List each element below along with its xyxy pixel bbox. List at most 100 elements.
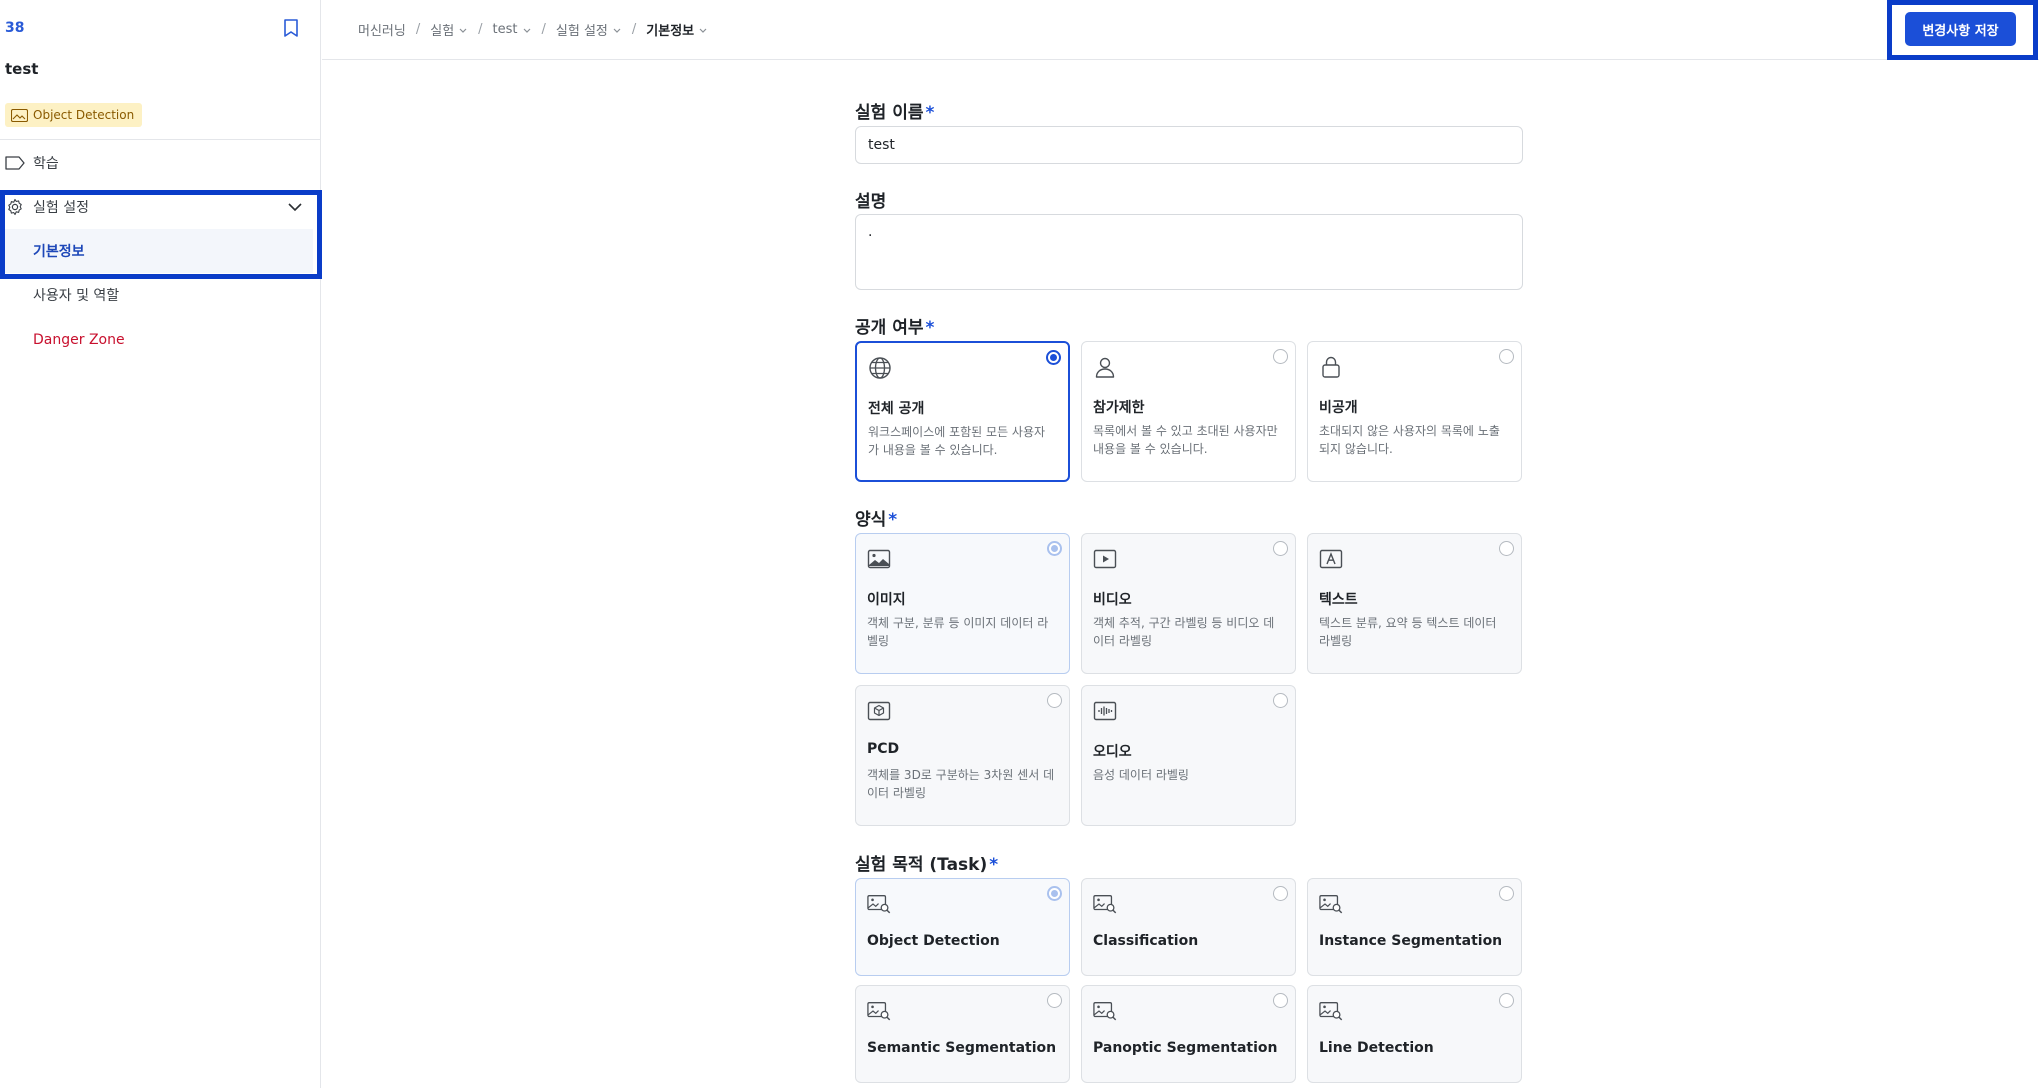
option-description: 음성 데이터 라벨링 xyxy=(1093,768,1189,782)
radio-selected[interactable] xyxy=(1046,350,1061,365)
chevron-down-icon xyxy=(613,28,621,33)
breadcrumb-label: 실험 설정 xyxy=(555,24,608,39)
radio-unselected[interactable] xyxy=(1499,993,1514,1008)
task-option-semantic-segmentation[interactable]: Semantic Segmentation xyxy=(855,985,1070,1083)
task-badge-label: Object Detection xyxy=(33,108,135,122)
sidebar: 38 test Object Detection 학습 실험 설정 기본정보 사… xyxy=(0,0,322,1088)
visibility-option-private[interactable]: 비공개 초대되지 않은 사용자의 목록에 노출되지 않습니다. xyxy=(1307,341,1522,482)
option-title: 비공개 xyxy=(1319,400,1358,416)
gear-icon xyxy=(4,196,26,218)
save-changes-button[interactable]: 변경사항 저장 xyxy=(1905,12,2016,46)
label-text: 실험 이름 xyxy=(855,103,924,123)
breadcrumb-item[interactable]: 실험 설정 xyxy=(556,20,622,39)
radio-unselected[interactable] xyxy=(1273,693,1288,708)
option-title: Object Detection xyxy=(867,933,1000,949)
image-search-icon xyxy=(867,895,891,914)
sidebar-item-users-roles[interactable]: 사용자 및 역할 xyxy=(0,274,321,316)
option-title: 전체 공개 xyxy=(868,401,925,417)
image-search-icon xyxy=(11,108,28,122)
modality-option-image[interactable]: 이미지 객체 구분, 분류 등 이미지 데이터 라벨링 xyxy=(855,533,1070,674)
radio-unselected[interactable] xyxy=(1047,693,1062,708)
breadcrumb-item-current[interactable]: 기본정보 xyxy=(646,20,708,39)
task-option-panoptic-segmentation[interactable]: Panoptic Segmentation xyxy=(1081,985,1296,1083)
lock-icon xyxy=(1322,356,1340,378)
visibility-option-public[interactable]: 전체 공개 워크스페이스에 포함된 모든 사용자가 내용을 볼 수 있습니다. xyxy=(855,341,1070,482)
option-title: 이미지 xyxy=(867,592,906,608)
option-description: 워크스페이스에 포함된 모든 사용자가 내용을 볼 수 있습니다. xyxy=(868,425,1046,457)
required-mark: * xyxy=(989,855,999,875)
modality-option-pcd[interactable]: PCD 객체를 3D로 구분하는 3차원 센서 데이터 라벨링 xyxy=(855,685,1070,826)
modality-option-audio[interactable]: 오디오 음성 데이터 라벨링 xyxy=(1081,685,1296,826)
breadcrumb-separator: / xyxy=(631,22,637,37)
breadcrumb-separator: / xyxy=(478,22,483,37)
radio-selected[interactable] xyxy=(1047,886,1062,901)
option-description: 객체 추적, 구간 라벨링 등 비디오 데이터 라벨링 xyxy=(1093,616,1275,648)
modality-option-text[interactable]: 텍스트 텍스트 분류, 요약 등 텍스트 데이터 라벨링 xyxy=(1307,533,1522,674)
sidebar-item-learn[interactable]: 학습 xyxy=(0,142,321,184)
radio-unselected[interactable] xyxy=(1499,541,1514,556)
user-icon xyxy=(1095,357,1115,378)
breadcrumb-label: 실험 xyxy=(430,24,455,39)
breadcrumb-label: test xyxy=(492,22,518,37)
radio-unselected[interactable] xyxy=(1273,993,1288,1008)
sidebar-item-basic-info[interactable]: 기본정보 xyxy=(4,229,313,273)
breadcrumb-label: 기본정보 xyxy=(646,24,695,39)
task-option-classification[interactable]: Classification xyxy=(1081,878,1296,976)
visibility-label: 공개 여부 * xyxy=(855,313,934,338)
radio-unselected[interactable] xyxy=(1273,541,1288,556)
experiment-name-input[interactable]: test xyxy=(855,126,1523,164)
breadcrumb-label: 머신러닝 xyxy=(358,24,406,39)
tag-icon xyxy=(4,152,26,174)
image-search-icon xyxy=(1319,895,1343,914)
image-search-icon xyxy=(1093,1002,1117,1021)
task-option-instance-segmentation[interactable]: Instance Segmentation xyxy=(1307,878,1522,976)
visibility-option-restricted[interactable]: 참가제한 목록에서 볼 수 있고 초대된 사용자만 내용을 볼 수 있습니다. xyxy=(1081,341,1296,482)
sidebar-item-danger-zone[interactable]: Danger Zone xyxy=(0,319,321,361)
experiment-name: test xyxy=(5,60,39,78)
chevron-down-icon[interactable] xyxy=(287,199,303,215)
image-search-icon xyxy=(1319,1002,1343,1021)
option-title: 비디오 xyxy=(1093,592,1132,608)
option-description: 목록에서 볼 수 있고 초대된 사용자만 내용을 볼 수 있습니다. xyxy=(1093,424,1278,456)
breadcrumb-separator: / xyxy=(541,22,546,37)
option-title: 텍스트 xyxy=(1319,592,1358,608)
description-label: 설명 xyxy=(855,192,887,212)
sidebar-item-basic-info-label: 기본정보 xyxy=(33,244,85,260)
experiment-id: 38 xyxy=(5,20,25,36)
breadcrumb: 머신러닝 / 실험 / test / 실험 설정 / 기본정보 xyxy=(358,20,708,39)
sidebar-item-users-roles-label: 사용자 및 역할 xyxy=(33,288,120,304)
task-badge: Object Detection xyxy=(5,103,143,127)
task-label: 실험 목적 (Task) * xyxy=(855,850,998,875)
app-window: 38 test Object Detection 학습 실험 설정 기본정보 사… xyxy=(0,0,2039,1088)
radio-unselected[interactable] xyxy=(1499,886,1514,901)
image-icon xyxy=(867,549,891,569)
radio-unselected[interactable] xyxy=(1273,349,1288,364)
task-option-line-detection[interactable]: Line Detection xyxy=(1307,985,1522,1083)
sidebar-item-settings[interactable]: 실험 설정 xyxy=(0,186,321,228)
option-title: Instance Segmentation xyxy=(1319,933,1503,949)
video-icon xyxy=(1093,549,1117,569)
breadcrumb-item[interactable]: 실험 xyxy=(430,20,468,39)
radio-unselected[interactable] xyxy=(1499,349,1514,364)
chevron-down-icon xyxy=(459,28,467,33)
bookmark-icon[interactable] xyxy=(282,18,300,38)
option-description: 텍스트 분류, 요약 등 텍스트 데이터 라벨링 xyxy=(1319,616,1497,648)
sidebar-item-danger-zone-label: Danger Zone xyxy=(33,332,125,348)
radio-unselected[interactable] xyxy=(1273,886,1288,901)
radio-selected[interactable] xyxy=(1047,541,1062,556)
breadcrumb-item[interactable]: test xyxy=(493,22,532,37)
breadcrumb-item[interactable]: 머신러닝 xyxy=(358,20,406,39)
audio-icon xyxy=(1093,701,1117,721)
cube-icon xyxy=(867,701,891,721)
required-mark: * xyxy=(888,510,898,530)
required-mark: * xyxy=(925,318,935,338)
required-mark: * xyxy=(925,103,935,123)
radio-unselected[interactable] xyxy=(1047,993,1062,1008)
description-textarea[interactable]: . xyxy=(855,214,1523,290)
chevron-down-icon xyxy=(699,28,707,33)
task-option-object-detection[interactable]: Object Detection xyxy=(855,878,1070,976)
modality-option-video[interactable]: 비디오 객체 추적, 구간 라벨링 등 비디오 데이터 라벨링 xyxy=(1081,533,1296,674)
sidebar-item-learn-label: 학습 xyxy=(33,156,59,172)
topbar: 머신러닝 / 실험 / test / 실험 설정 / 기본정보 xyxy=(322,0,2039,60)
option-title: Classification xyxy=(1093,933,1199,949)
